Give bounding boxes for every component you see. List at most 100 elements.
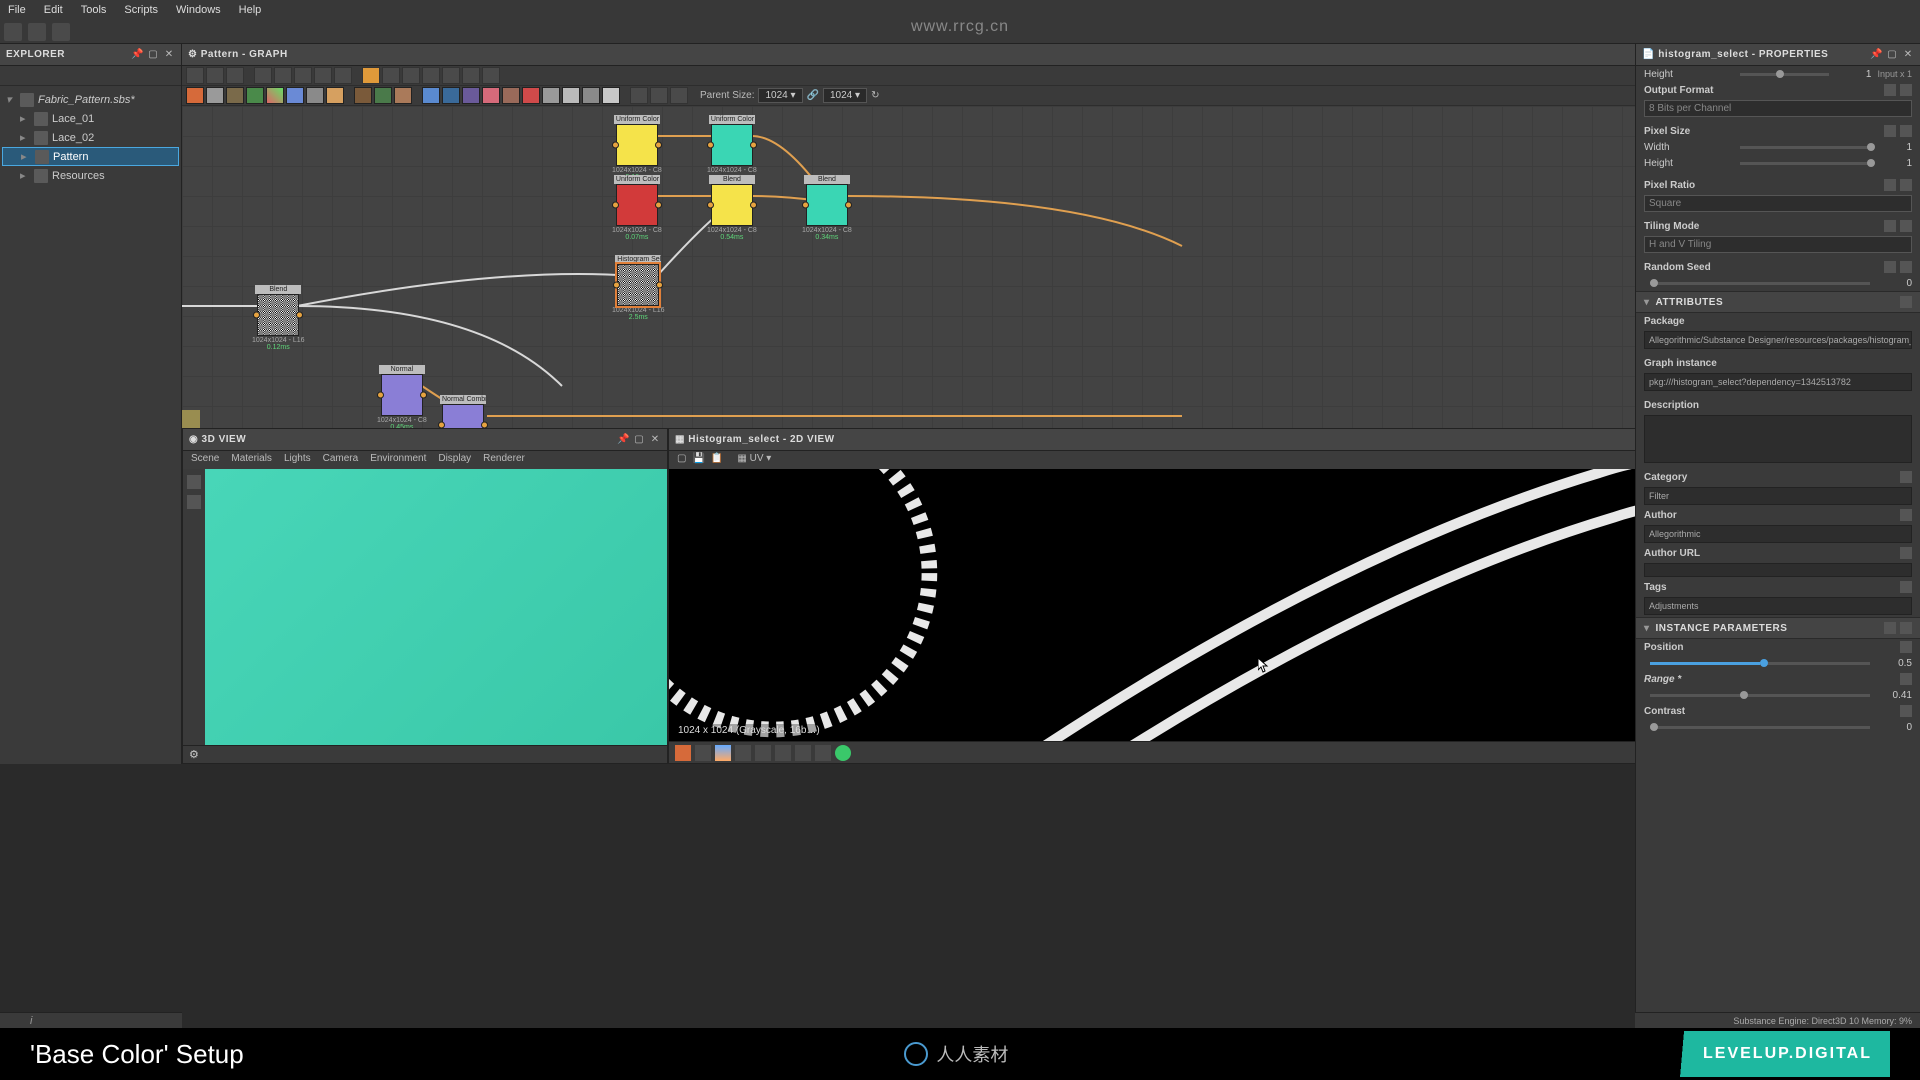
cut-icon[interactable] [442, 67, 460, 84]
graph-node-blend2[interactable]: Blend1024x1024 - C80.34ms [802, 176, 852, 241]
save-icon[interactable]: 💾 [692, 453, 704, 467]
terminal-icon[interactable] [8, 1015, 22, 1027]
node-input-port[interactable] [613, 282, 620, 289]
node-icon[interactable] [226, 87, 244, 104]
reset-icon[interactable] [1900, 220, 1912, 232]
menu-file[interactable]: File [8, 4, 26, 16]
menu-scripts[interactable]: Scripts [124, 4, 158, 16]
tiling-mode-dropdown[interactable]: H and V Tiling [1644, 236, 1912, 253]
reset-icon[interactable] [1900, 641, 1912, 653]
snap-icon[interactable] [314, 67, 332, 84]
ruler-icon[interactable] [755, 745, 771, 761]
undo-icon[interactable] [402, 67, 420, 84]
height2-slider[interactable] [1740, 162, 1870, 165]
focus-icon[interactable] [186, 67, 204, 84]
view3d-viewport[interactable] [205, 469, 667, 745]
maximize-icon[interactable]: ▢ [1886, 49, 1898, 61]
close-icon[interactable]: ✕ [163, 49, 175, 61]
grid-icon[interactable] [334, 67, 352, 84]
copy-icon[interactable] [1884, 622, 1896, 634]
paste-icon[interactable] [462, 67, 480, 84]
graph-node-blend0[interactable]: Blend1024x1024 - L160.12ms [252, 286, 305, 351]
reset-icon[interactable] [1900, 84, 1912, 96]
zoom-icon[interactable] [274, 67, 292, 84]
globe-button[interactable] [52, 23, 70, 41]
graph-node-ncomb[interactable]: Normal Combine [440, 396, 486, 428]
node-input-port[interactable] [253, 312, 260, 319]
atomic-node-icon[interactable] [186, 87, 204, 104]
histogram-icon[interactable] [795, 745, 811, 761]
reset-icon[interactable] [1900, 125, 1912, 137]
node-input-port[interactable] [377, 392, 384, 399]
reset-icon[interactable]: ↻ [871, 90, 879, 101]
tree-item-lace02[interactable]: ▸ Lace_02 [2, 128, 179, 147]
menu-camera[interactable]: Camera [323, 453, 359, 467]
node-input-port[interactable] [707, 202, 714, 209]
graph-node-hist[interactable]: Histogram Select1024x1024 - L162.5ms [612, 256, 665, 321]
graph-node-uc_r[interactable]: Uniform Color1024x1024 - C80.07ms [612, 176, 662, 241]
node-icon[interactable] [374, 87, 392, 104]
node-icon[interactable] [326, 87, 344, 104]
pin-icon[interactable]: 📌 [131, 49, 143, 61]
link-icon[interactable] [46, 68, 60, 82]
grid-icon[interactable] [735, 745, 751, 761]
layers-icon[interactable] [675, 745, 691, 761]
node-input-port[interactable] [612, 142, 619, 149]
description-textarea[interactable] [1644, 415, 1912, 463]
node-icon[interactable] [582, 87, 600, 104]
node-icon[interactable] [442, 87, 460, 104]
node-icon[interactable] [286, 87, 304, 104]
menu-lights[interactable]: Lights [284, 453, 311, 467]
uv-toggle[interactable]: ▦ UV ▾ [737, 453, 771, 467]
node-icon[interactable] [354, 87, 372, 104]
node-icon[interactable] [246, 87, 264, 104]
home-button[interactable] [4, 23, 22, 41]
node-output-port[interactable] [655, 202, 662, 209]
pixel-ratio-dropdown[interactable]: Square [1644, 195, 1912, 212]
range-slider[interactable] [1650, 694, 1870, 697]
graph-node-normal[interactable]: Normal1024x1024 - C80.45ms [377, 366, 427, 428]
menu-help[interactable]: Help [239, 4, 262, 16]
node-icon[interactable] [422, 87, 440, 104]
new-icon[interactable] [6, 68, 20, 82]
node-output-port[interactable] [845, 202, 852, 209]
height-slider[interactable] [1740, 73, 1829, 76]
checker-icon[interactable] [695, 745, 711, 761]
gizmo-icon[interactable] [187, 495, 201, 509]
expose-icon[interactable] [1900, 509, 1912, 521]
contrast-slider[interactable] [1650, 726, 1870, 729]
parent-width-combo[interactable]: 1024 ▾ [758, 88, 802, 103]
pin-icon[interactable]: 📌 [617, 434, 629, 446]
close-icon[interactable]: ✕ [649, 434, 661, 446]
node-icon[interactable] [306, 87, 324, 104]
reset-icon[interactable] [1900, 179, 1912, 191]
menu-environment[interactable]: Environment [370, 453, 426, 467]
menu-windows[interactable]: Windows [176, 4, 221, 16]
author-url-value[interactable] [1644, 563, 1912, 577]
node-icon[interactable] [502, 87, 520, 104]
snapshot-icon[interactable] [226, 67, 244, 84]
copy-icon[interactable]: 📋 [711, 453, 723, 467]
expose-icon[interactable] [1884, 84, 1896, 96]
tree-item-pattern[interactable]: ▸ Pattern [2, 147, 179, 166]
position-slider[interactable] [1650, 662, 1870, 665]
expose-icon[interactable] [1884, 179, 1896, 191]
expose-icon[interactable] [1884, 125, 1896, 137]
random-seed-slider[interactable] [1650, 282, 1870, 285]
link-icon[interactable] [382, 67, 400, 84]
menu-tools[interactable]: Tools [81, 4, 107, 16]
node-input-port[interactable] [612, 202, 619, 209]
node-icon[interactable] [542, 87, 560, 104]
node-icon[interactable] [462, 87, 480, 104]
node-icon[interactable] [206, 87, 224, 104]
expose-icon[interactable] [1900, 471, 1912, 483]
menu-display[interactable]: Display [438, 453, 471, 467]
expose-icon[interactable] [1900, 547, 1912, 559]
node-input-port[interactable] [438, 422, 445, 429]
reset-icon[interactable] [1900, 705, 1912, 717]
tree-item-lace01[interactable]: ▸ Lace_01 [2, 109, 179, 128]
pixel-icon[interactable] [815, 745, 831, 761]
graph-node-blend1[interactable]: Blend1024x1024 - C80.54ms [707, 176, 757, 241]
reset-icon[interactable] [1900, 261, 1912, 273]
expose-icon[interactable] [1884, 261, 1896, 273]
